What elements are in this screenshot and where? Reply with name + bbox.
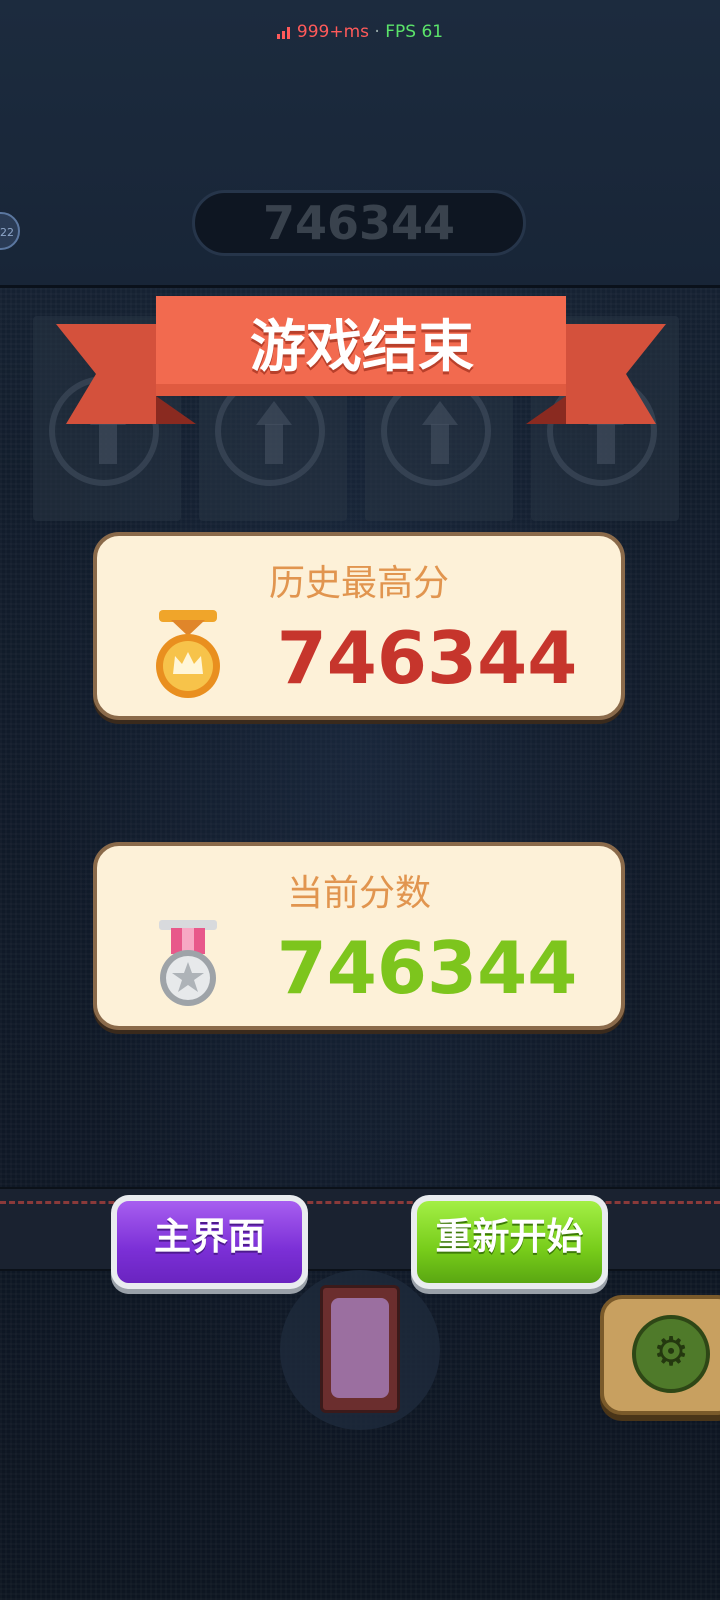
best-score-value: 746344 xyxy=(276,616,578,700)
best-score-card: 历史最高分 746344 xyxy=(93,532,625,720)
best-score-label: 历史最高分 xyxy=(268,563,449,604)
gear-icon: ⚙ xyxy=(653,1329,689,1375)
network-status: 999+ms · FPS 61 xyxy=(0,22,720,42)
game-over-title: 游戏结束 xyxy=(250,315,474,380)
level-badge: 22 xyxy=(0,212,20,250)
current-score-label: 当前分数 xyxy=(286,873,431,914)
card-icon[interactable] xyxy=(320,1285,400,1413)
signal-icon xyxy=(276,27,290,39)
settings-button[interactable]: ⚙ xyxy=(600,1295,720,1415)
home-button[interactable]: 主界面 xyxy=(111,1195,308,1289)
current-score-value: 746344 xyxy=(276,926,578,1010)
fps-text: FPS 61 xyxy=(385,22,444,42)
ping-text: 999+ms xyxy=(296,22,370,42)
gold-crown-medal-icon xyxy=(156,610,220,698)
top-bar: 999+ms · FPS 61 22 746344 xyxy=(0,0,720,288)
restart-button-label: 重新开始 xyxy=(417,1201,602,1283)
silver-star-medal-icon xyxy=(159,920,217,1006)
bottom-rail xyxy=(0,1187,720,1271)
current-score-card: 当前分数 746344 xyxy=(93,842,625,1030)
top-score-display: 746344 xyxy=(192,190,526,256)
status-separator: · xyxy=(374,22,380,42)
restart-button[interactable]: 重新开始 xyxy=(411,1195,608,1289)
home-button-label: 主界面 xyxy=(117,1201,302,1283)
